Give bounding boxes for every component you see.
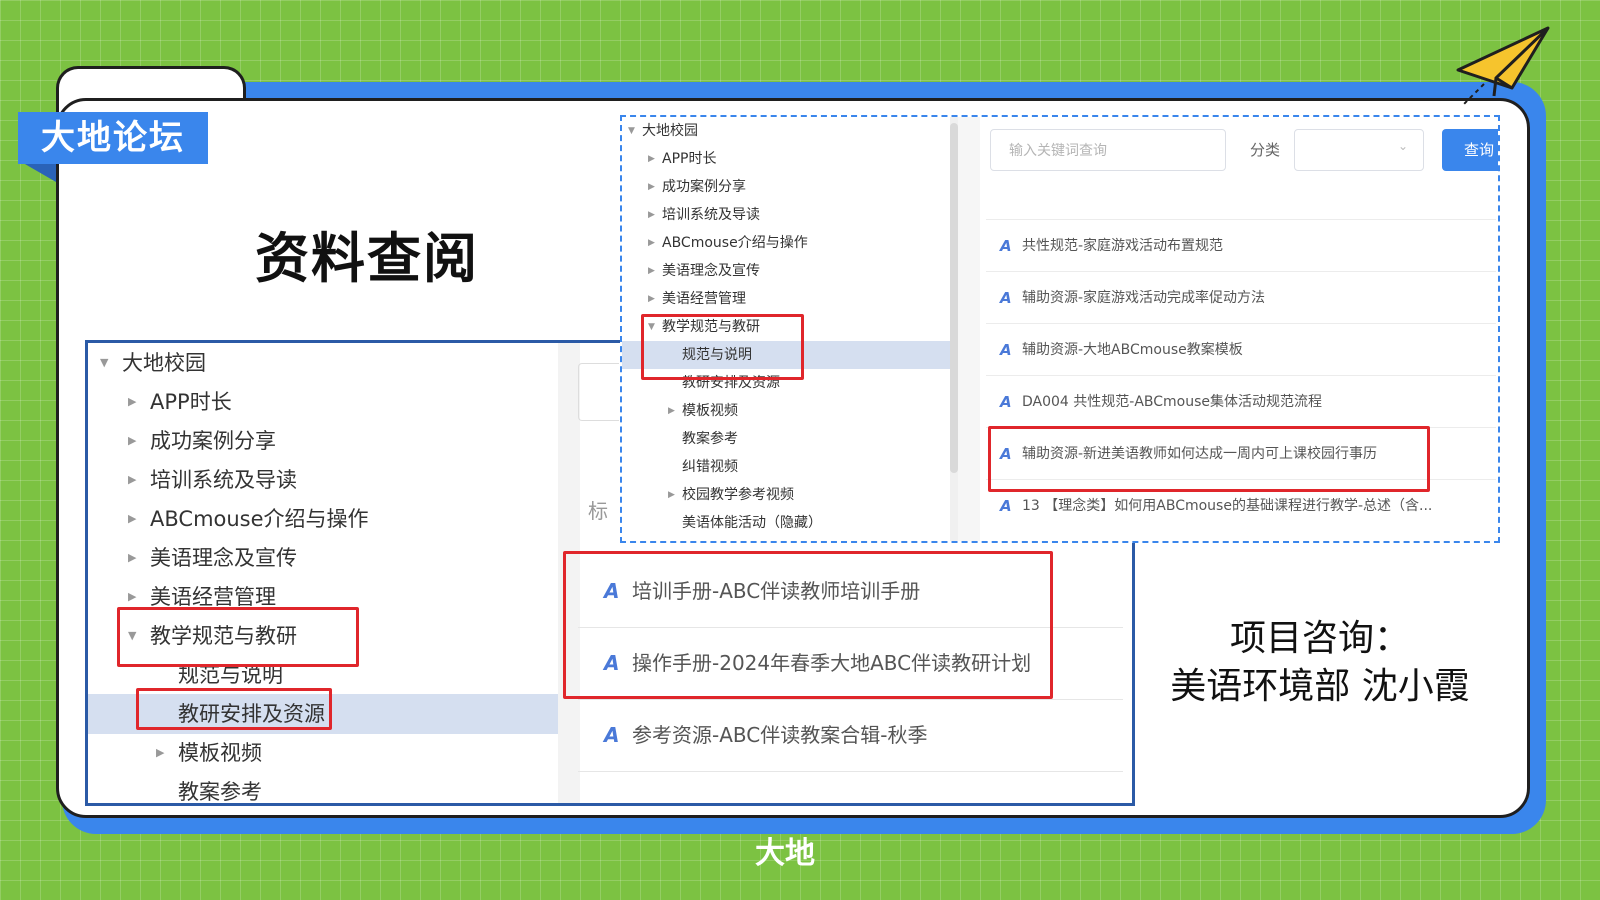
tree-item[interactable]: ▶ 模板视频 — [622, 397, 950, 425]
chevron-right-icon: ▶ — [128, 512, 137, 525]
tree-item[interactable]: ▶ APP时长 — [622, 145, 950, 173]
tree-item[interactable]: ▶ 培训系统及导读 — [88, 460, 558, 500]
search-input[interactable]: 输入关键词查询 — [990, 129, 1226, 171]
column-header-partial: 标 — [588, 499, 608, 523]
tree-item-label: 校园教学参考视频 — [682, 487, 794, 503]
file-type-icon: A — [1000, 237, 1012, 255]
tree-item[interactable]: ▶ APP时长 — [88, 382, 558, 422]
forum-badge: 大地论坛 — [18, 112, 208, 164]
file-type-icon: A — [604, 723, 620, 747]
chevron-right-icon: ▶ — [648, 238, 655, 248]
tree-item[interactable]: ▶ 美语经营管理 — [622, 285, 950, 313]
tree-item-label: 成功案例分享 — [150, 429, 276, 453]
tree-item-label: 美语理念及宣传 — [150, 546, 297, 570]
tree-item-label: 教案参考 — [178, 780, 262, 804]
tree-item[interactable]: 教案参考 — [622, 425, 950, 453]
chevron-right-icon: ▶ — [128, 395, 137, 408]
pane-divider — [958, 117, 980, 541]
result-row[interactable]: A 共性规范-家庭游戏活动布置规范 — [986, 219, 1496, 272]
chevron-down-icon: ⌄ — [1398, 139, 1409, 153]
result-title: 共性规范-家庭游戏活动布置规范 — [1022, 238, 1224, 254]
result-title: 参考资源-ABC伴读教案合辑-秋季 — [632, 723, 928, 747]
contact-line: 项目咨询： — [1229, 618, 1410, 659]
brand-logo: 大地 — [755, 836, 815, 871]
scrollbar-thumb[interactable] — [950, 123, 958, 473]
tree-item[interactable]: ▶ 成功案例分享 — [88, 421, 558, 461]
tree-item[interactable]: ▶ ABCmouse介绍与操作 — [88, 499, 558, 539]
file-type-icon: A — [1000, 289, 1012, 307]
chevron-right-icon: ▶ — [648, 154, 655, 164]
paper-plane-icon — [1456, 26, 1550, 105]
chevron-right-icon: ▶ — [648, 266, 655, 276]
page-title: 资料查阅 — [255, 227, 479, 290]
result-title: 辅助资源-家庭游戏活动完成率促动方法 — [1022, 290, 1266, 306]
chevron-right-icon: ▶ — [648, 182, 655, 192]
chevron-right-icon: ▶ — [128, 434, 137, 447]
tree-item-label: 大地校园 — [642, 123, 698, 139]
tree-item-label: ABCmouse介绍与操作 — [662, 235, 808, 251]
tree-item-label: 美语经营管理 — [662, 291, 746, 307]
tree-item-label: 美语理念及宣传 — [662, 263, 760, 279]
tree-item[interactable]: 教案参考 — [88, 772, 558, 804]
chevron-right-icon: ▶ — [128, 473, 137, 486]
tree-item[interactable]: ▶ 培训系统及导读 — [622, 201, 950, 229]
tree-item-label: 教案参考 — [682, 431, 738, 447]
tree-item-label: ABCmouse介绍与操作 — [150, 507, 369, 531]
highlight-box — [136, 688, 332, 730]
chevron-right-icon: ▶ — [648, 294, 655, 304]
query-button[interactable]: 查询 — [1442, 129, 1498, 171]
tree-item-label: 成功案例分享 — [662, 179, 746, 195]
tree-item-label: 美语体能活动（隐藏） — [682, 515, 822, 531]
tree-item[interactable]: ▶ 美语理念及宣传 — [88, 538, 558, 578]
tree-item-label: 模板视频 — [178, 741, 262, 765]
tree-item-label: APP时长 — [150, 390, 232, 414]
search-input-partial[interactable] — [578, 363, 619, 421]
tree-item-label: 模板视频 — [682, 403, 738, 419]
tree-item[interactable]: 美语体能活动（隐藏） — [622, 509, 950, 537]
tree-item[interactable]: ▶ ABCmouse介绍与操作 — [622, 229, 950, 257]
highlight-box — [988, 426, 1430, 492]
highlight-box — [641, 314, 804, 380]
result-row[interactable]: A 辅助资源-家庭游戏活动完成率促动方法 — [986, 271, 1496, 324]
big-category-tree: ▼ 大地校园 ▶ APP时长 ▶ 成功案例分享 ▶ 培训系统及导读 ▶ ABCm… — [88, 343, 558, 803]
result-title: DA004 共性规范-ABCmouse集体活动规范流程 — [1022, 394, 1323, 410]
tree-item-label: 培训系统及导读 — [662, 207, 760, 223]
tree-item[interactable]: ▶ 模板视频 — [88, 733, 558, 773]
contact-line: 美语环境部 沈小霞 — [1170, 666, 1470, 707]
category-label: 分类 — [1250, 141, 1281, 159]
chevron-down-icon: ▼ — [100, 356, 109, 369]
file-type-icon: A — [1000, 393, 1012, 411]
result-row[interactable]: A DA004 共性规范-ABCmouse集体活动规范流程 — [986, 375, 1496, 428]
tree-item-label: 培训系统及导读 — [150, 468, 297, 492]
result-row[interactable]: A 辅助资源-大地ABCmouse教案模板 — [986, 323, 1496, 376]
result-row[interactable]: A 参考资源-ABC伴读教案合辑-秋季 — [578, 699, 1123, 772]
highlight-box — [117, 607, 359, 667]
tree-item[interactable]: 纠错视频 — [622, 453, 950, 481]
tree-item[interactable]: ▼ 大地校园 — [622, 117, 950, 145]
chevron-right-icon: ▶ — [648, 210, 655, 220]
chevron-right-icon: ▶ — [668, 490, 675, 500]
tree-item[interactable]: ▼ 大地校园 — [88, 343, 558, 383]
chevron-down-icon: ▼ — [628, 126, 635, 136]
tree-item[interactable]: ▶ 成功案例分享 — [622, 173, 950, 201]
chevron-right-icon: ▶ — [156, 746, 165, 759]
tree-item[interactable]: ▶ 校园教学参考视频 — [622, 481, 950, 509]
tree-item[interactable]: ▶ 美语理念及宣传 — [622, 257, 950, 285]
tree-item-label: 大地校园 — [122, 351, 206, 375]
tree-item-label: 纠错视频 — [682, 459, 738, 475]
chevron-right-icon: ▶ — [128, 551, 137, 564]
highlight-box — [563, 551, 1053, 699]
tree-item-label: APP时长 — [662, 151, 717, 167]
chevron-right-icon: ▶ — [668, 406, 675, 416]
result-title: 辅助资源-大地ABCmouse教案模板 — [1022, 342, 1243, 358]
file-type-icon: A — [1000, 341, 1012, 359]
contact-info: 项目咨询： 美语环境部 沈小霞 — [1150, 615, 1490, 711]
